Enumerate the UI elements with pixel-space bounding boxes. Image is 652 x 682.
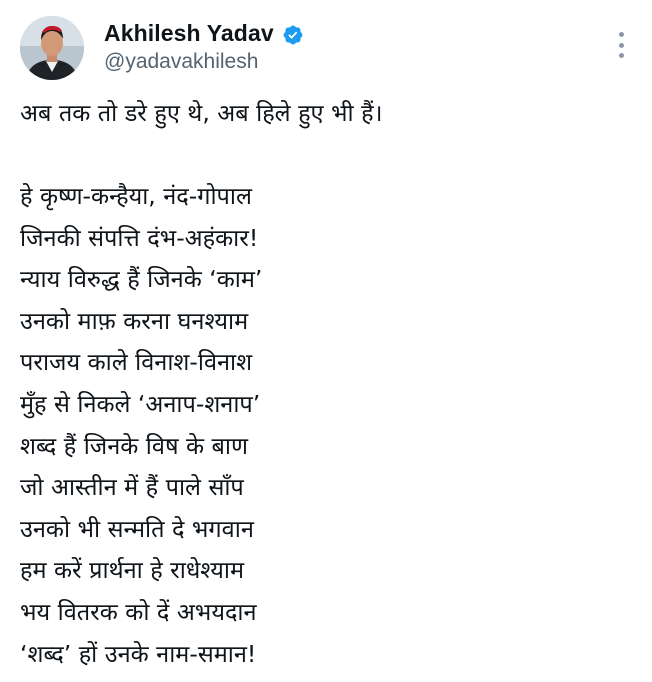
poem-line: हे कृष्ण-कन्हैया, नंद-गोपाल [20,182,252,210]
poem-line: ‘शब्द’ हों उनके नाम-समान! [20,639,257,668]
tweet-text: अब तक तो डरे हुए थे, अब हिले हुए भी हैं।… [20,92,630,675]
verified-badge-icon [282,24,304,46]
poem: हे कृष्ण-कन्हैया, नंद-गोपाल जिनकी संपत्त… [20,176,630,675]
more-options-icon[interactable] [616,32,626,58]
poem-line: जिनकी संपत्ति दंभ-अहंकार! [20,223,259,252]
dot [618,32,624,37]
poem-line: हम करें प्रार्थना हे राधेश्याम [20,556,245,585]
dot [618,53,624,58]
poem-line: उनको भी सन्मति दे भगवान [20,514,254,543]
poem-line: जो आस्तीन में हैं पाले साँप [20,473,244,502]
poem-line: मुँह से निकले ‘अनाप-शनाप’ [20,389,261,418]
dot [618,42,624,48]
poem-line: भय वितरक को दें अभयदान [20,597,257,626]
poem-line: शब्द हैं जिनके विष के बाण [20,431,249,460]
tweet-first-line: अब तक तो डरे हुए थे, अब हिले हुए भी हैं। [20,99,383,127]
author-name-row: Akhilesh Yadav [104,20,304,47]
tweet: Akhilesh Yadav @yadavakhilesh अब तक तो ड… [0,0,652,682]
author-display-name[interactable]: Akhilesh Yadav [104,20,274,47]
poem-line: उनको माफ़ करना घनश्याम [20,306,249,335]
avatar[interactable] [20,16,84,80]
profile-photo [20,16,84,80]
poem-line: पराजय काले विनाश-विनाश [20,348,253,377]
poem-line: न्याय विरुद्ध हैं जिनके ‘काम’ [20,265,263,294]
author-handle[interactable]: @yadavakhilesh [104,50,258,74]
